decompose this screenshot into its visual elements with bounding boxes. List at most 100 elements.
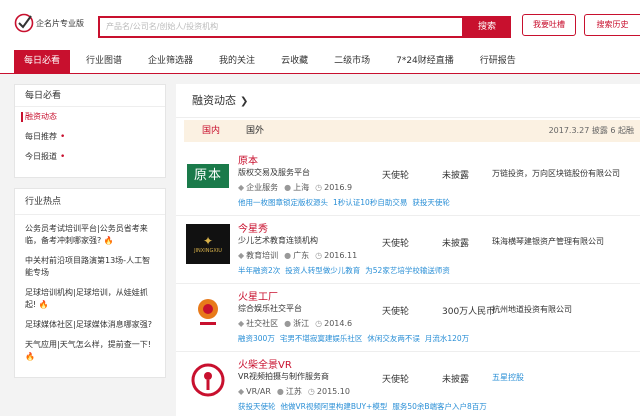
hot-item-text: 公务员考试培训平台|公务员省考来临，备考冲刺哪家强? xyxy=(25,224,148,245)
sidebar-item-today-report[interactable]: 今日报道 • xyxy=(15,147,165,167)
location-icon: ● xyxy=(284,319,292,328)
tag-link[interactable]: 服务50余B端客户入户8百万 xyxy=(392,402,486,411)
logo-text: JINXINGXIU xyxy=(194,247,222,254)
fire-icon: 🔥 xyxy=(38,300,49,309)
date: 2016.11 xyxy=(324,251,358,260)
tag-link[interactable]: 宅男不堪寂寞建娱乐社区 xyxy=(280,334,363,343)
location: 广东 xyxy=(293,251,310,260)
industry: 社交社区 xyxy=(246,319,279,328)
investors: 杭州地道投资有限公司 xyxy=(492,305,572,314)
sidebar-daily: 每日必看 融资动态 每日推荐 • 今日报道 • xyxy=(14,84,166,178)
tag-link[interactable]: 投资人转型做少儿教育 xyxy=(285,266,360,275)
funding-round: 天使轮 xyxy=(382,171,410,181)
region-tabs: 国内 国外 2017.3.27 披露 6 起融 xyxy=(184,120,640,142)
hot-item-text: 足球媒体社区|足球媒体消息哪家强? xyxy=(25,320,152,329)
main-nav: 每日必看 行业图谱 企业筛选器 我的关注 云收藏 二级市场 7*24财经直播 行… xyxy=(0,50,640,74)
tag-link[interactable]: 融资300万 xyxy=(238,334,275,343)
date: 2016.9 xyxy=(324,183,353,192)
funding-round: 天使轮 xyxy=(382,375,410,385)
clock-icon: ◷ xyxy=(315,183,323,192)
tag-link[interactable]: 为52家艺培学校输送师资 xyxy=(365,266,450,275)
tab-foreign[interactable]: 国外 xyxy=(246,120,264,142)
search-history-button[interactable]: 搜索历史 xyxy=(584,14,640,36)
company-name[interactable]: 火柴全景VR xyxy=(238,356,292,371)
table-row[interactable]: 火星工厂 综合娱乐社交平台 ◆ 社交社区 ● 浙江 ◷ 2014.6 融资300万 宅男… xyxy=(176,284,640,352)
company-name[interactable]: 火星工厂 xyxy=(238,288,278,303)
industry: 教育培训 xyxy=(246,251,279,260)
tag-icon: ◆ xyxy=(238,183,245,192)
sidebar-item-label: 今日报道 xyxy=(25,152,57,161)
company-meta: ◆ 社交社区 ● 浙江 ◷ 2014.6 xyxy=(238,318,358,329)
tag-link[interactable]: 他用一枚图章锁定版权源头 xyxy=(238,198,328,207)
disclosure-status: 2017.3.27 披露 6 起融 xyxy=(548,126,634,135)
hot-item[interactable]: 天气应用|天气怎么样，提前查一下! 🔥 xyxy=(15,337,165,365)
logo-figure-icon: ✦ xyxy=(202,233,214,248)
tag-link[interactable]: 获投天使轮 xyxy=(238,402,276,411)
nav-item-company-filter[interactable]: 企业筛选器 xyxy=(138,50,203,73)
company-name[interactable]: 今星秀 xyxy=(238,220,268,235)
fire-icon: 🔥 xyxy=(103,236,114,245)
hot-item-text: 天气应用|天气怎么样，提前查一下! xyxy=(25,340,151,349)
investors: 万链投资，万向区块链股份有限公司 xyxy=(492,169,620,178)
nav-item-live-finance[interactable]: 7*24财经直播 xyxy=(386,50,464,73)
logo-check-icon xyxy=(14,13,34,33)
location-icon: ● xyxy=(276,387,284,396)
nav-item-cloud-favorites[interactable]: 云收藏 xyxy=(271,50,318,73)
company-meta: ◆ 企业服务 ● 上海 ◷ 2016.9 xyxy=(238,182,358,193)
tag-link[interactable]: 他做VR视频阿里构建BUY+模型 xyxy=(281,402,388,411)
company-tags: 半年融资2次 投资人转型做少儿教育 为52家艺培学校输送师资 xyxy=(238,265,455,276)
nav-item-industry-map[interactable]: 行业图谱 xyxy=(76,50,132,73)
mars-factory-logo-icon xyxy=(198,299,218,325)
company-meta: ◆ 教育培训 ● 广东 ◷ 2016.11 xyxy=(238,250,363,261)
table-row[interactable]: ✦ JINXINGXIU 今星秀 少儿艺术教育连锁机构 ◆ 教育培训 ● 广东 ◷ 2… xyxy=(176,216,640,284)
funding-round: 天使轮 xyxy=(382,307,410,317)
new-dot-icon: • xyxy=(60,132,66,142)
company-logo xyxy=(186,360,230,400)
location-icon: ● xyxy=(284,251,292,260)
nav-item-research-reports[interactable]: 行研报告 xyxy=(470,50,526,73)
hot-item[interactable]: 足球培训机构|足球培训，从娃娃抓起! 🔥 xyxy=(15,285,165,313)
tag-icon: ◆ xyxy=(238,319,245,328)
app-logo[interactable]: 企名片专业版 xyxy=(14,13,84,33)
logo-jinxingxiu: ✦ JINXINGXIU xyxy=(194,234,222,255)
nav-item-secondary-market[interactable]: 二级市场 xyxy=(324,50,380,73)
sidebar-item-funding-news[interactable]: 融资动态 xyxy=(15,107,165,127)
fire-icon: 🔥 xyxy=(25,352,35,361)
hot-item[interactable]: 公务员考试培训平台|公务员省考来临，备考冲刺哪家强? 🔥 xyxy=(15,221,165,249)
clock-icon: ◷ xyxy=(307,387,315,396)
sidebar-item-daily-recommend[interactable]: 每日推荐 • xyxy=(15,127,165,147)
company-desc: 综合娱乐社交平台 xyxy=(238,304,302,313)
chevron-down-icon: ❯ xyxy=(240,96,249,107)
table-row[interactable]: 原本 原本 版权交易及服务平台 ◆ 企业服务 ● 上海 ◷ 2016.9 他用一枚图章… xyxy=(176,148,640,216)
tag-link[interactable]: 月流水120万 xyxy=(425,334,469,343)
new-dot-icon: • xyxy=(60,152,66,162)
search-button[interactable]: 搜索 xyxy=(463,16,511,38)
investors[interactable]: 五星控股 xyxy=(492,372,524,383)
tag-link[interactable]: 1秒认证10秒自助交易 xyxy=(333,198,407,207)
tag-link[interactable]: 半年融资2次 xyxy=(238,266,280,275)
tab-domestic[interactable]: 国内 xyxy=(202,120,220,142)
tag-link[interactable]: 获投天使轮 xyxy=(412,198,450,207)
tag-link[interactable]: 休闲交友两不误 xyxy=(367,334,420,343)
hot-item-text: 中关村前沿项目路演第13场-人工智能专场 xyxy=(25,256,151,277)
company-name[interactable]: 原本 xyxy=(238,152,258,167)
feedback-button[interactable]: 我要吐槽 xyxy=(522,14,576,36)
date: 2014.6 xyxy=(324,319,353,328)
company-desc: 少儿艺术教育连锁机构 xyxy=(238,236,318,245)
search-input[interactable]: 产品名/公司名/创始人/投资机构 xyxy=(98,16,464,38)
location-icon: ● xyxy=(284,183,292,192)
funding-panel-header[interactable]: 融资动态 ❯ xyxy=(176,84,640,118)
company-logo: 原本 xyxy=(186,156,230,196)
tag-icon: ◆ xyxy=(238,387,245,396)
hot-item[interactable]: 中关村前沿项目路演第13场-人工智能专场 xyxy=(15,253,165,281)
table-row[interactable]: 火柴全景VR VR视频拍摄与制作服务商 ◆ VR/AR ● 江苏 ◷ 2015.10 … xyxy=(176,352,640,416)
clock-icon: ◷ xyxy=(315,319,323,328)
company-tags: 获投天使轮 他做VR视频阿里构建BUY+模型 服务50余B端客户入户8百万 xyxy=(238,401,492,412)
location: 上海 xyxy=(293,183,310,192)
hot-item[interactable]: 足球媒体社区|足球媒体消息哪家强? xyxy=(15,317,165,333)
logo-text: 企名片专业版 xyxy=(36,18,84,28)
nav-item-daily[interactable]: 每日必看 xyxy=(14,50,71,73)
funding-round: 天使轮 xyxy=(382,239,410,249)
nav-item-following[interactable]: 我的关注 xyxy=(209,50,265,73)
company-desc: 版权交易及服务平台 xyxy=(238,168,310,177)
